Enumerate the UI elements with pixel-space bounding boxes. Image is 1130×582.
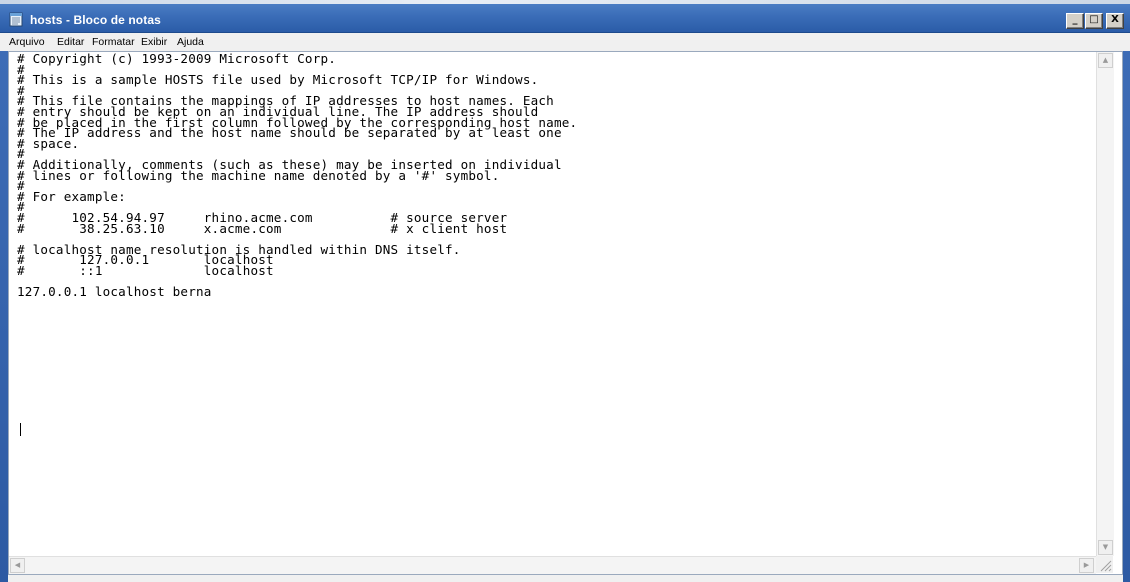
menu-arquivo[interactable]: Arquivo	[9, 36, 45, 48]
scroll-up-button[interactable]: ▲	[1098, 53, 1113, 68]
maximize-icon: □	[1089, 14, 1099, 25]
notepad-icon[interactable]	[8, 12, 24, 27]
menu-formatar[interactable]: Formatar	[92, 36, 135, 48]
window-left-border	[0, 51, 8, 582]
text-editor[interactable]: # Copyright (c) 1993-2009 Microsoft Corp…	[9, 52, 1096, 556]
scroll-left-arrow-icon: ◀	[14, 561, 21, 569]
minimize-icon: _	[1072, 14, 1078, 25]
menu-bar: Arquivo Editar Formatar Exibir Ajuda	[0, 33, 1130, 51]
scroll-down-arrow-icon: ▼	[1102, 543, 1109, 551]
window-title: hosts - Bloco de notas	[30, 13, 161, 27]
maximize-button[interactable]: □	[1085, 13, 1103, 29]
menu-ajuda[interactable]: Ajuda	[177, 36, 204, 48]
horizontal-scrollbar[interactable]: ◀ ▶	[9, 556, 1096, 574]
caption-buttons: _ □ X	[1065, 13, 1124, 29]
scroll-right-arrow-icon: ▶	[1083, 561, 1090, 569]
close-button[interactable]: X	[1106, 13, 1124, 29]
minimize-button[interactable]: _	[1066, 13, 1084, 29]
scroll-down-button[interactable]: ▼	[1098, 540, 1113, 555]
size-grip-icon[interactable]	[1096, 556, 1113, 573]
scroll-up-arrow-icon: ▲	[1102, 56, 1109, 64]
scroll-left-button[interactable]: ◀	[10, 558, 25, 573]
notepad-window: hosts - Bloco de notas _ □ X Arquivo Edi…	[0, 0, 1130, 582]
window-right-border	[1123, 51, 1130, 582]
vertical-scrollbar[interactable]: ▲ ▼	[1096, 52, 1114, 556]
close-icon: X	[1111, 14, 1119, 25]
editor-text: # Copyright (c) 1993-2009 Microsoft Corp…	[17, 52, 578, 300]
menu-editar[interactable]: Editar	[57, 36, 84, 48]
text-caret	[20, 423, 21, 436]
scroll-right-button[interactable]: ▶	[1079, 558, 1094, 573]
menu-exibir[interactable]: Exibir	[141, 36, 167, 48]
title-bar[interactable]: hosts - Bloco de notas _ □ X	[0, 4, 1130, 33]
